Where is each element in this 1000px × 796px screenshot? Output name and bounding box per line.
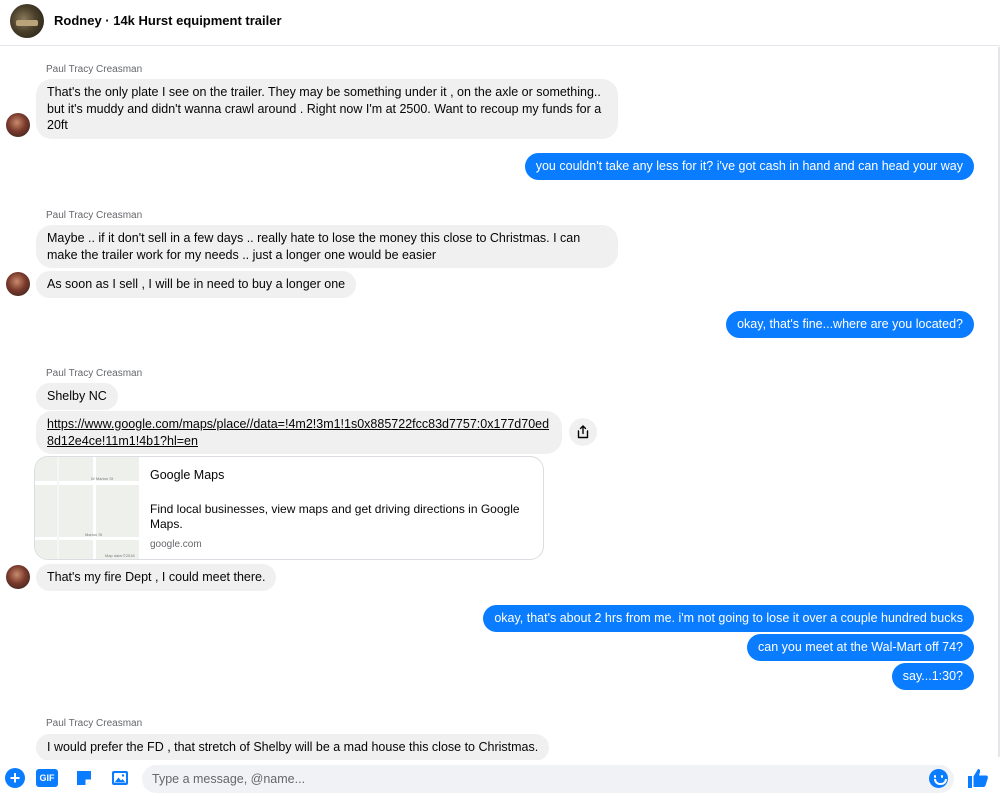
sender-name: Paul Tracy Creasman	[46, 210, 143, 221]
map-credit: Map data ©2018	[105, 553, 135, 558]
sender-avatar[interactable]	[6, 272, 30, 296]
message-bubble-outgoing[interactable]: say...1:30?	[891, 663, 974, 690]
sticker-icon[interactable]	[74, 768, 94, 788]
map-label: W Marion St	[91, 476, 114, 481]
conversation-avatar[interactable]	[10, 4, 44, 38]
conversation-header: Rodney · 14k Hurst equipment trailer	[0, 0, 1000, 46]
image-icon[interactable]	[110, 768, 130, 788]
message-bubble-link[interactable]: https://www.google.com/maps/place//data=…	[36, 411, 562, 454]
message-bubble-incoming[interactable]: Shelby NC	[36, 383, 118, 410]
sender-name: Paul Tracy Creasman	[46, 368, 143, 379]
thumbs-up-icon[interactable]	[966, 766, 990, 790]
message-link[interactable]: https://www.google.com/maps/place//data=…	[47, 417, 549, 448]
share-button[interactable]	[569, 418, 597, 446]
map-label: Marion St	[85, 532, 103, 537]
message-bubble-incoming[interactable]: That's my fire Dept , I could meet there…	[36, 564, 277, 591]
sender-avatar[interactable]	[6, 113, 30, 137]
sender-name: Paul Tracy Creasman	[46, 64, 143, 75]
sender-name: Paul Tracy Creasman	[46, 718, 143, 729]
message-bubble-incoming[interactable]: As soon as I sell , I will be in need to…	[36, 271, 357, 298]
message-composer: + GIF	[0, 760, 1000, 796]
link-preview-title: Google Maps	[150, 468, 225, 482]
plus-icon[interactable]: +	[5, 768, 25, 788]
message-input[interactable]	[142, 765, 954, 793]
message-bubble-incoming[interactable]: I would prefer the FD , that stretch of …	[36, 734, 550, 761]
link-preview-description: Find local businesses, view maps and get…	[150, 502, 520, 531]
message-bubble-incoming[interactable]: Maybe .. if it don't sell in a few days …	[36, 225, 618, 268]
link-preview-card[interactable]: W Marion St Marion St Map data ©2018 Goo…	[34, 456, 544, 560]
message-bubble-outgoing[interactable]: okay, that's fine...where are you locate…	[726, 311, 974, 338]
emoji-icon[interactable]	[929, 769, 948, 788]
message-bubble-incoming[interactable]: That's the only plate I see on the trail…	[36, 79, 618, 139]
message-bubble-outgoing[interactable]: you couldn't take any less for it? i've …	[524, 153, 974, 180]
message-bubble-outgoing[interactable]: okay, that's about 2 hrs from me. i'm no…	[483, 605, 974, 632]
link-preview-domain: google.com	[150, 539, 202, 550]
conversation-title[interactable]: Rodney · 14k Hurst equipment trailer	[54, 13, 282, 28]
share-icon	[577, 425, 589, 439]
sender-avatar[interactable]	[6, 565, 30, 589]
gif-icon[interactable]: GIF	[36, 769, 58, 787]
message-bubble-outgoing[interactable]: can you meet at the Wal-Mart off 74?	[747, 634, 974, 661]
map-thumbnail: W Marion St Marion St Map data ©2018	[35, 457, 139, 559]
